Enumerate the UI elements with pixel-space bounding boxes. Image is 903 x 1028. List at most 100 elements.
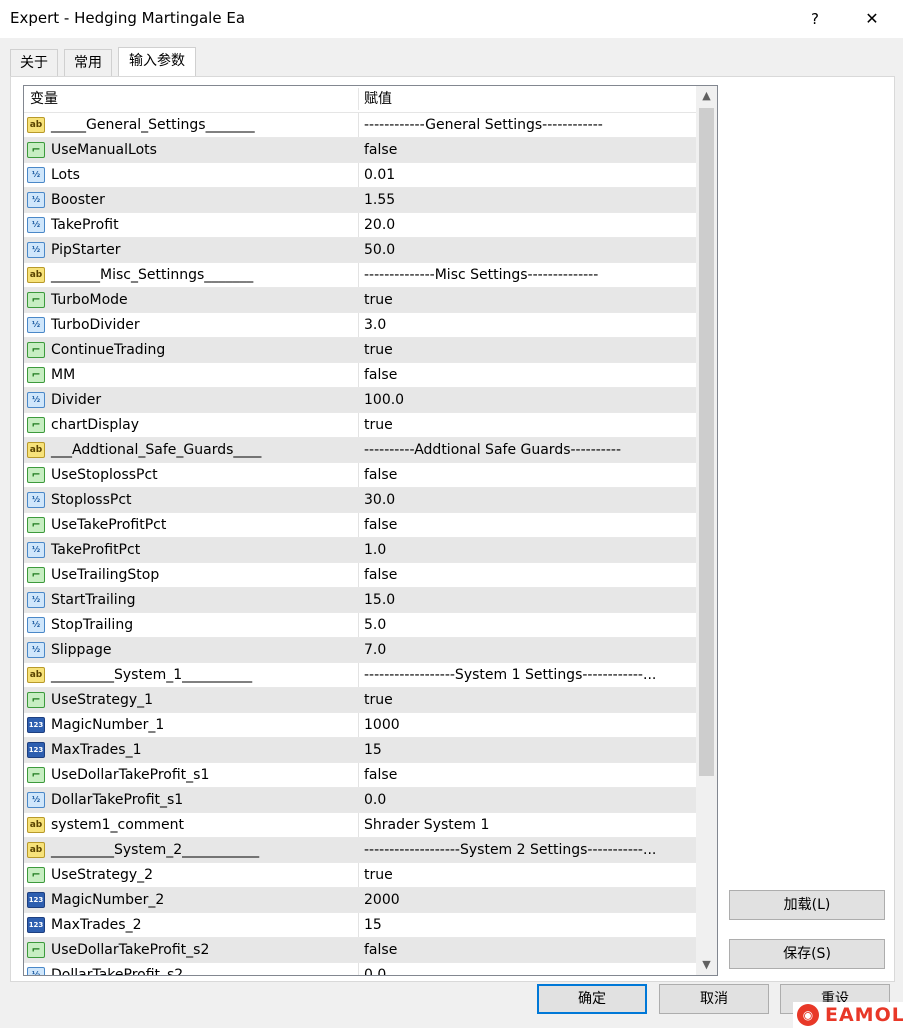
table-row[interactable]: ½ PipStarter 50.0 <box>24 238 696 263</box>
table-row[interactable]: ⌐ TurboMode true <box>24 288 696 313</box>
parameter-name: TakeProfit <box>51 217 119 233</box>
parameter-value[interactable]: 0.0 <box>364 788 692 812</box>
load-button[interactable]: 加载(L) <box>729 890 885 920</box>
double-type-icon: ½ <box>27 392 45 408</box>
parameter-value[interactable]: 15 <box>364 738 692 762</box>
table-row[interactable]: ½ TakeProfit 20.0 <box>24 213 696 238</box>
table-row[interactable]: 123 MaxTrades_1 15 <box>24 738 696 763</box>
table-row[interactable]: ab _______Misc_Settinngs_______ ----------… <box>24 263 696 288</box>
parameter-value[interactable]: 3.0 <box>364 313 692 337</box>
table-row[interactable]: ⌐ UseManualLots false <box>24 138 696 163</box>
save-button[interactable]: 保存(S) <box>729 939 885 969</box>
parameter-value[interactable]: 20.0 <box>364 213 692 237</box>
cancel-button[interactable]: 取消 <box>659 984 769 1014</box>
parameter-value[interactable]: false <box>364 938 692 962</box>
parameter-name: DollarTakeProfit_s2 <box>51 967 184 976</box>
parameter-value[interactable]: --------------Misc Settings-------------… <box>364 263 692 287</box>
table-row[interactable]: ⌐ chartDisplay true <box>24 413 696 438</box>
parameter-value[interactable]: true <box>364 338 692 362</box>
parameter-value[interactable]: false <box>364 138 692 162</box>
parameter-name: TakeProfitPct <box>51 542 141 558</box>
table-row[interactable]: ½ Booster 1.55 <box>24 188 696 213</box>
parameter-value[interactable]: 7.0 <box>364 638 692 662</box>
ok-button[interactable]: 确定 <box>537 984 647 1014</box>
table-row[interactable]: ⌐ MM false <box>24 363 696 388</box>
parameter-value[interactable]: 1.55 <box>364 188 692 212</box>
table-row[interactable]: ⌐ UseDollarTakeProfit_s1 false <box>24 763 696 788</box>
tab-inputs[interactable]: 输入参数 <box>118 47 196 78</box>
table-row[interactable]: 123 MaxTrades_2 15 <box>24 913 696 938</box>
parameter-value[interactable]: false <box>364 363 692 387</box>
parameter-name: ___Addtional_Safe_Guards____ <box>51 442 262 458</box>
table-row[interactable]: ½ StopTrailing 5.0 <box>24 613 696 638</box>
table-row[interactable]: 123 MagicNumber_1 1000 <box>24 713 696 738</box>
table-row[interactable]: ab _________System_1__________ -----------… <box>24 663 696 688</box>
table-row[interactable]: ½ Slippage 7.0 <box>24 638 696 663</box>
table-row[interactable]: ⌐ UseStrategy_1 true <box>24 688 696 713</box>
help-button[interactable]: ? <box>800 6 830 32</box>
watermark-text: EAMOL <box>825 1004 903 1026</box>
integer-type-icon: 123 <box>27 742 45 758</box>
table-row[interactable]: ⌐ UseDollarTakeProfit_s2 false <box>24 938 696 963</box>
table-row[interactable]: ⌐ UseTrailingStop false <box>24 563 696 588</box>
parameter-value[interactable]: false <box>364 763 692 787</box>
parameter-value[interactable]: true <box>364 288 692 312</box>
parameter-value[interactable]: 1000 <box>364 713 692 737</box>
parameter-value[interactable]: 1.0 <box>364 538 692 562</box>
tab-common[interactable]: 常用 <box>64 49 112 77</box>
parameter-value[interactable]: 100.0 <box>364 388 692 412</box>
parameter-name: DollarTakeProfit_s1 <box>51 792 184 808</box>
header-divider[interactable] <box>358 88 359 110</box>
table-row[interactable]: ½ StoplossPct 30.0 <box>24 488 696 513</box>
table-row[interactable]: ½ Lots 0.01 <box>24 163 696 188</box>
tab-about[interactable]: 关于 <box>10 49 58 77</box>
table-row[interactable]: ab _________System_2___________ ----------… <box>24 838 696 863</box>
table-row[interactable]: ⌐ UseStoplossPct false <box>24 463 696 488</box>
parameter-value[interactable]: 15.0 <box>364 588 692 612</box>
parameter-value[interactable]: Shrader System 1 <box>364 813 692 837</box>
scroll-up-icon[interactable]: ▲ <box>696 86 717 106</box>
table-row[interactable]: ⌐ ContinueTrading true <box>24 338 696 363</box>
parameter-value[interactable]: 50.0 <box>364 238 692 262</box>
parameter-name: system1_comment <box>51 817 185 833</box>
table-row[interactable]: ½ DollarTakeProfit_s1 0.0 <box>24 788 696 813</box>
table-row[interactable]: ½ TakeProfitPct 1.0 <box>24 538 696 563</box>
table-row[interactable]: ½ DollarTakeProfit_s2 0.0 <box>24 963 696 976</box>
parameter-value[interactable]: 5.0 <box>364 613 692 637</box>
table-row[interactable]: 123 MagicNumber_2 2000 <box>24 888 696 913</box>
table-row[interactable]: ab ___Addtional_Safe_Guards____ ----------… <box>24 438 696 463</box>
parameter-value[interactable]: ----------Addtional Safe Guards---------… <box>364 438 692 462</box>
parameter-value[interactable]: 0.0 <box>364 963 692 975</box>
parameter-value[interactable]: false <box>364 563 692 587</box>
vertical-scrollbar[interactable]: ▲ ▼ <box>696 86 717 975</box>
table-row[interactable]: ½ StartTrailing 15.0 <box>24 588 696 613</box>
header-value[interactable]: 赋值 <box>364 86 392 112</box>
parameter-value[interactable]: true <box>364 688 692 712</box>
parameter-value[interactable]: true <box>364 413 692 437</box>
parameter-value[interactable]: ------------------System 1 Settings-----… <box>364 663 692 687</box>
parameter-value[interactable]: false <box>364 513 692 537</box>
grid-rows: ab _____General_Settings_______ ----------… <box>24 113 696 976</box>
table-row[interactable]: ½ Divider 100.0 <box>24 388 696 413</box>
parameter-value[interactable]: 0.01 <box>364 163 692 187</box>
bool-type-icon: ⌐ <box>27 417 45 433</box>
table-row[interactable]: ⌐ UseStrategy_2 true <box>24 863 696 888</box>
header-variable[interactable]: 变量 <box>30 86 58 112</box>
scroll-down-icon[interactable]: ▼ <box>696 955 717 975</box>
table-row[interactable]: ab system1_comment Shrader System 1 <box>24 813 696 838</box>
parameter-value[interactable]: ------------General Settings------------ <box>364 113 692 137</box>
parameter-value[interactable]: true <box>364 863 692 887</box>
table-row[interactable]: ⌐ UseTakeProfitPct false <box>24 513 696 538</box>
parameter-value[interactable]: 2000 <box>364 888 692 912</box>
parameter-value[interactable]: false <box>364 463 692 487</box>
parameters-grid[interactable]: 变量 赋值 ab _____General_Settings_______ ----… <box>23 85 718 976</box>
parameter-name: UseStoplossPct <box>51 467 158 483</box>
scroll-thumb[interactable] <box>699 108 714 776</box>
table-row[interactable]: ab _____General_Settings_______ ----------… <box>24 113 696 138</box>
integer-type-icon: 123 <box>27 892 45 908</box>
close-button[interactable]: ✕ <box>855 6 889 32</box>
parameter-value[interactable]: -------------------System 2 Settings----… <box>364 838 692 862</box>
table-row[interactable]: ½ TurboDivider 3.0 <box>24 313 696 338</box>
parameter-value[interactable]: 30.0 <box>364 488 692 512</box>
parameter-value[interactable]: 15 <box>364 913 692 937</box>
